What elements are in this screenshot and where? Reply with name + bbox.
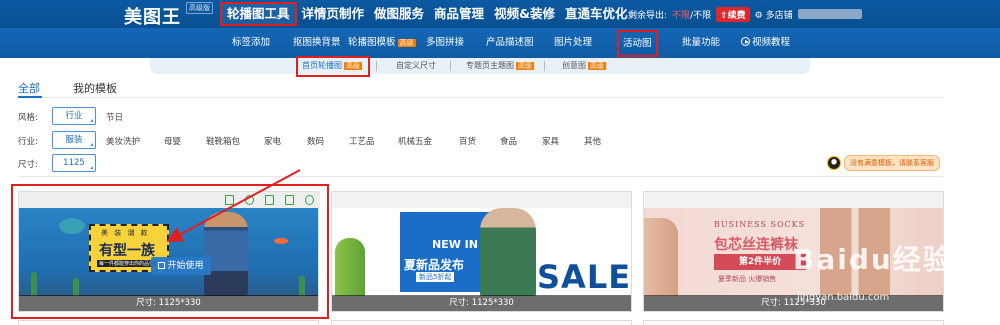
- shop-icon: ⚙: [754, 10, 763, 21]
- main-nav-carousel-tool[interactable]: 轮播图工具: [220, 2, 297, 26]
- model-photo: [480, 208, 536, 296]
- shop-switch[interactable]: ⚙ 多店铺: [755, 8, 793, 21]
- account-area: 剩余导出: 不限/不限 ⇧续费 ⚙ 多店铺: [628, 0, 862, 28]
- highlight-box-template: [11, 184, 329, 319]
- tab-all[interactable]: 全部: [18, 80, 40, 96]
- sub-nav-product-desc[interactable]: 产品描述图: [486, 28, 534, 58]
- banner-text: 包芯丝连裤袜: [714, 237, 798, 253]
- main-nav-design-service[interactable]: 做图服务: [369, 2, 429, 26]
- model-photo: [644, 218, 678, 296]
- filter-industry-option[interactable]: 鞋靴箱包: [206, 135, 240, 147]
- filter-style-option[interactable]: 节日: [106, 111, 123, 123]
- filter-industry-option[interactable]: 家具: [542, 135, 559, 147]
- filter-industry-option[interactable]: 美妆洗护: [106, 135, 140, 147]
- app-logo[interactable]: 美图王: [124, 3, 181, 29]
- category-creative[interactable]: 创意图 高级: [562, 58, 606, 74]
- template-size-label: 尺寸: 1125*330: [332, 295, 631, 311]
- sub-nav-tag-add[interactable]: 标签添加: [232, 28, 270, 58]
- filter-style-select[interactable]: 行业: [52, 107, 96, 125]
- main-nav-product-manage[interactable]: 商品管理: [429, 2, 489, 26]
- main-nav: 轮播图工具 详情页制作 做图服务 商品管理 视频&装修 直通车优化: [220, 0, 632, 28]
- filter-industry-option[interactable]: 其他: [584, 135, 601, 147]
- main-nav-video-decoration[interactable]: 视频&装修: [489, 2, 560, 26]
- tab-my-templates[interactable]: 我的模板: [73, 80, 117, 96]
- filter-industry-option[interactable]: 机械五金: [398, 135, 432, 147]
- banner-text: 夏新品发布: [404, 258, 465, 272]
- sub-nav-bar: 标签添加 抠图换背景 轮播图模板 高级 多图拼接 产品描述图 图片处理 活动图 批…: [0, 28, 1000, 58]
- filter-industry-option[interactable]: 工艺品: [349, 135, 375, 147]
- export-quota-value: 不限/不限: [672, 10, 712, 21]
- play-icon: [741, 37, 750, 46]
- main-nav-ztc-optimize[interactable]: 直通车优化: [560, 2, 633, 26]
- filter-size-label: 尺寸:: [18, 160, 38, 170]
- filter-industry-option[interactable]: 家电: [264, 135, 281, 147]
- qq-help[interactable]: 没有满意模板，请联系客服: [827, 155, 940, 171]
- baidu-watermark-url: jingyan.baidu.com: [797, 292, 890, 303]
- banner-text: NEW IN: [432, 238, 478, 251]
- top-bar: 美图王 高级版 轮播图工具 详情页制作 做图服务 商品管理 视频&装修 直通车优…: [0, 0, 1000, 28]
- renew-button[interactable]: ⇧续费: [716, 6, 750, 22]
- filter-style-label: 风格:: [18, 113, 38, 123]
- sub-nav-batch[interactable]: 批量功能: [682, 28, 720, 58]
- next-row-cards: [18, 320, 944, 325]
- filter-size-select[interactable]: 1125: [52, 154, 96, 172]
- sub-nav-video-tutorial[interactable]: 视频教程: [741, 28, 790, 58]
- sub-nav-cutout[interactable]: 抠图换背景: [293, 28, 341, 58]
- category-custom-size[interactable]: 自定义尺寸: [396, 58, 436, 74]
- template-thumbnail[interactable]: NEW IN 夏新品发布 新品5折起 SALE: [332, 208, 631, 296]
- advanced-badge: 高级: [516, 62, 534, 70]
- baidu-watermark: Baidu经验: [793, 243, 953, 276]
- banner-text: 夏季新品 火爆销售: [718, 275, 777, 283]
- active-tab-indicator: [18, 96, 42, 98]
- category-topic-theme[interactable]: 专题页主题图 高级: [466, 58, 534, 74]
- qq-help-text: 没有满意模板，请联系客服: [844, 155, 940, 171]
- sub-nav-image-process[interactable]: 图片处理: [554, 28, 592, 58]
- advanced-badge: 高级: [588, 62, 606, 70]
- main-nav-detail-page[interactable]: 详情页制作: [297, 2, 370, 26]
- shop-name-blurred: [797, 9, 862, 19]
- filter-industry-option[interactable]: 数码: [307, 135, 324, 147]
- filter-industry-option[interactable]: 百货: [459, 135, 476, 147]
- highlight-box-category: [296, 56, 370, 77]
- filter-industry-option[interactable]: 食品: [500, 135, 517, 147]
- plant-illustration: [335, 238, 365, 296]
- filter-industry-label: 行业:: [18, 137, 38, 147]
- sub-nav-carousel-template[interactable]: 轮播图模板 高级: [348, 28, 416, 58]
- logo-edition-badge: 高级版: [186, 2, 213, 14]
- template-size-label: 尺寸: 1125*330: [644, 295, 943, 311]
- sub-nav-activity-image[interactable]: 活动图: [617, 30, 658, 57]
- qq-penguin-icon: [827, 156, 841, 170]
- filter-industry-option[interactable]: 母婴: [164, 135, 181, 147]
- category-bar: 首页轮播图 高级 自定义尺寸 专题页主题图 高级 创意图 高级: [0, 58, 1000, 74]
- export-quota-label: 剩余导出:: [628, 10, 668, 21]
- banner-text: BUSINESS SOCKS: [714, 220, 806, 229]
- sub-nav-multi-stitch[interactable]: 多图拼接: [426, 28, 464, 58]
- filter-industry-select[interactable]: 服装: [52, 131, 96, 149]
- template-card[interactable]: NEW IN 夏新品发布 新品5折起 SALE 尺寸: 1125*330: [331, 191, 632, 312]
- banner-text: 新品5折起: [416, 272, 455, 282]
- banner-text: SALE: [537, 258, 631, 296]
- advanced-badge: 高级: [397, 39, 416, 47]
